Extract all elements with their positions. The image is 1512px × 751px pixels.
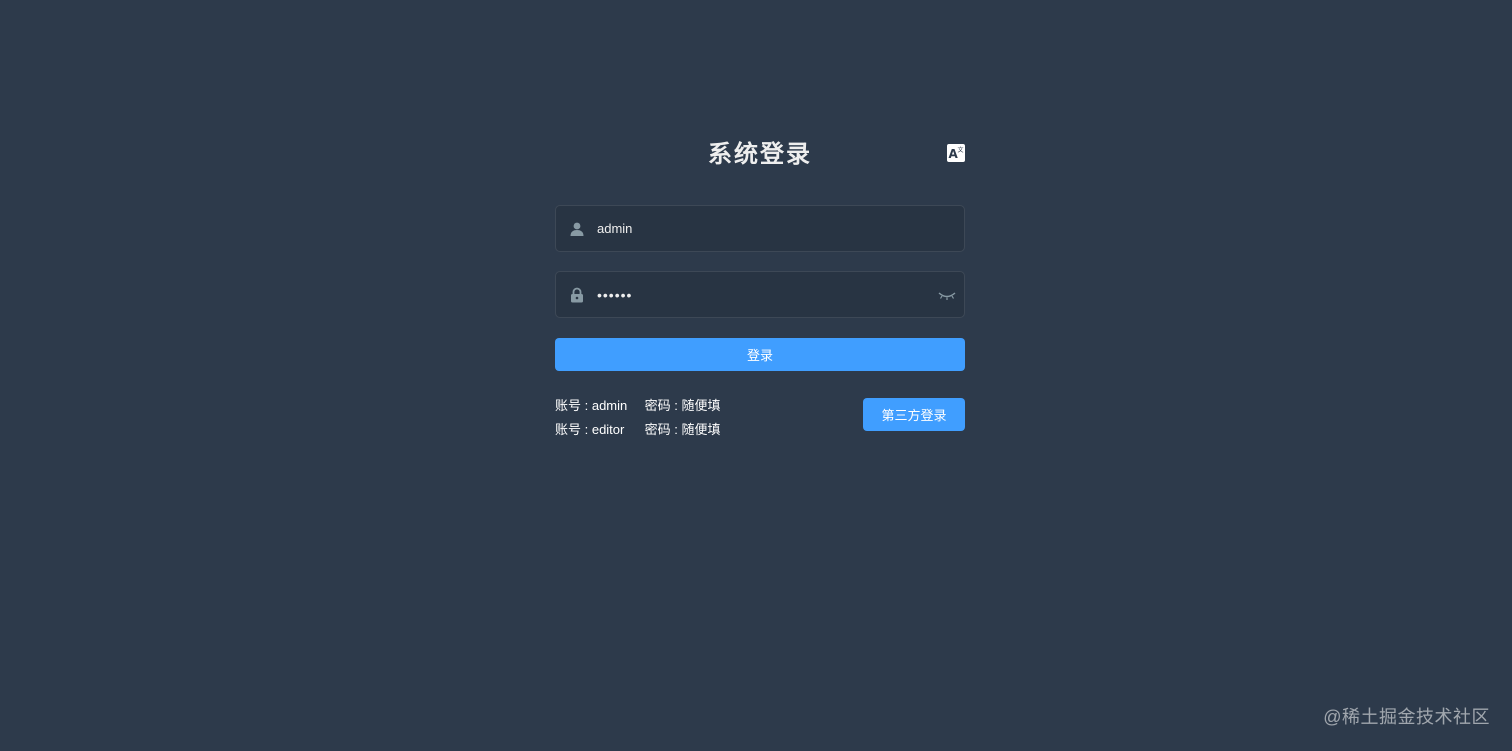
tip-account: 账号 : editor — [555, 422, 625, 437]
password-input[interactable] — [597, 272, 927, 317]
lock-icon — [569, 287, 585, 303]
tip-row-admin: 账号 : admin 密码 : 随便填 — [555, 394, 815, 418]
tip-password: 密码 : 随便填 — [644, 398, 721, 413]
login-page: 系统登录 A 文 admin 登录 账号: admin 密码: 随便填 账号… — [0, 0, 1512, 751]
watermark: @稀土掘金技术社区 — [1323, 707, 1490, 727]
tip-password: 密码 : 随便填 — [644, 422, 721, 437]
account-tips: 账号 : admin 密码 : 随便填 账号 : editor 密码 : 随便填 — [555, 394, 815, 442]
title-row: 系统登录 A 文 — [555, 136, 965, 174]
login-button[interactable]: 登录 — [555, 338, 965, 371]
user-icon — [569, 221, 585, 237]
page-title: 系统登录 — [708, 141, 812, 168]
translate-icon[interactable]: A 文 — [947, 144, 965, 162]
password-field-wrapper — [555, 271, 965, 318]
eye-closed-icon[interactable] — [938, 287, 956, 303]
tip-row-editor: 账号 : editor 密码 : 随便填 — [555, 418, 815, 442]
username-input[interactable] — [597, 206, 927, 251]
login-form: 系统登录 A 文 admin 登录 账号: admin 密码: 随便填 账号… — [555, 136, 965, 437]
username-field-wrapper — [555, 205, 965, 252]
third-party-login-button[interactable]: 第三方登录 — [863, 398, 965, 431]
svg-text:文: 文 — [958, 146, 964, 154]
tip-account: 账号 : admin — [555, 398, 628, 413]
